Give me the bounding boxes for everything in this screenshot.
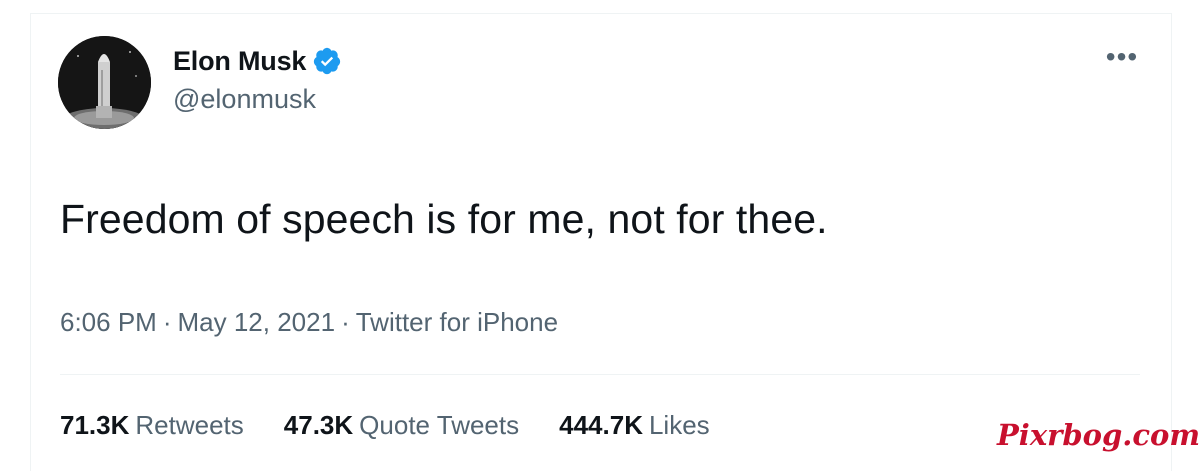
quote-tweets-count: 47.3K <box>283 410 354 440</box>
retweets-label: Retweets <box>135 410 244 440</box>
tweet-stats: 71.3K Retweets 47.3K Quote Tweets 444.7K Li… <box>60 410 750 441</box>
quote-tweets-label: Quote Tweets <box>359 410 520 440</box>
meta-separator: · <box>341 307 350 337</box>
verified-badge-icon <box>312 46 342 76</box>
retweets-count: 71.3K <box>60 410 130 440</box>
divider <box>60 374 1140 375</box>
tweet-source[interactable]: Twitter for iPhone <box>356 307 558 337</box>
author-name-row: Elon Musk <box>173 43 342 79</box>
display-name[interactable]: Elon Musk <box>173 46 306 77</box>
retweets-stat[interactable]: 71.3K Retweets <box>60 410 244 441</box>
likes-label: Likes <box>648 410 710 440</box>
likes-count: 444.7K <box>559 410 643 440</box>
likes-stat[interactable]: 444.7K Likes <box>559 410 710 441</box>
tweet-date[interactable]: May 12, 2021 <box>178 307 336 337</box>
meta-separator: · <box>162 307 172 337</box>
more-options-icon[interactable]: ••• <box>1104 43 1140 71</box>
watermark: Pixrbog.com <box>997 418 1200 452</box>
page: Elon Musk @elonmusk ••• Freedom of speec… <box>0 0 1200 471</box>
tweet-meta: 6:06 PM · May 12, 2021 · Twitter for iPhone <box>60 307 558 338</box>
tweet-time[interactable]: 6:06 PM <box>60 307 157 337</box>
rocket-avatar-icon <box>58 36 151 129</box>
avatar[interactable] <box>58 36 151 129</box>
quote-tweets-stat[interactable]: 47.3K Quote Tweets <box>284 410 519 441</box>
tweet-text: Freedom of speech is for me, not for the… <box>60 196 828 242</box>
author-handle[interactable]: @elonmusk <box>173 84 316 115</box>
